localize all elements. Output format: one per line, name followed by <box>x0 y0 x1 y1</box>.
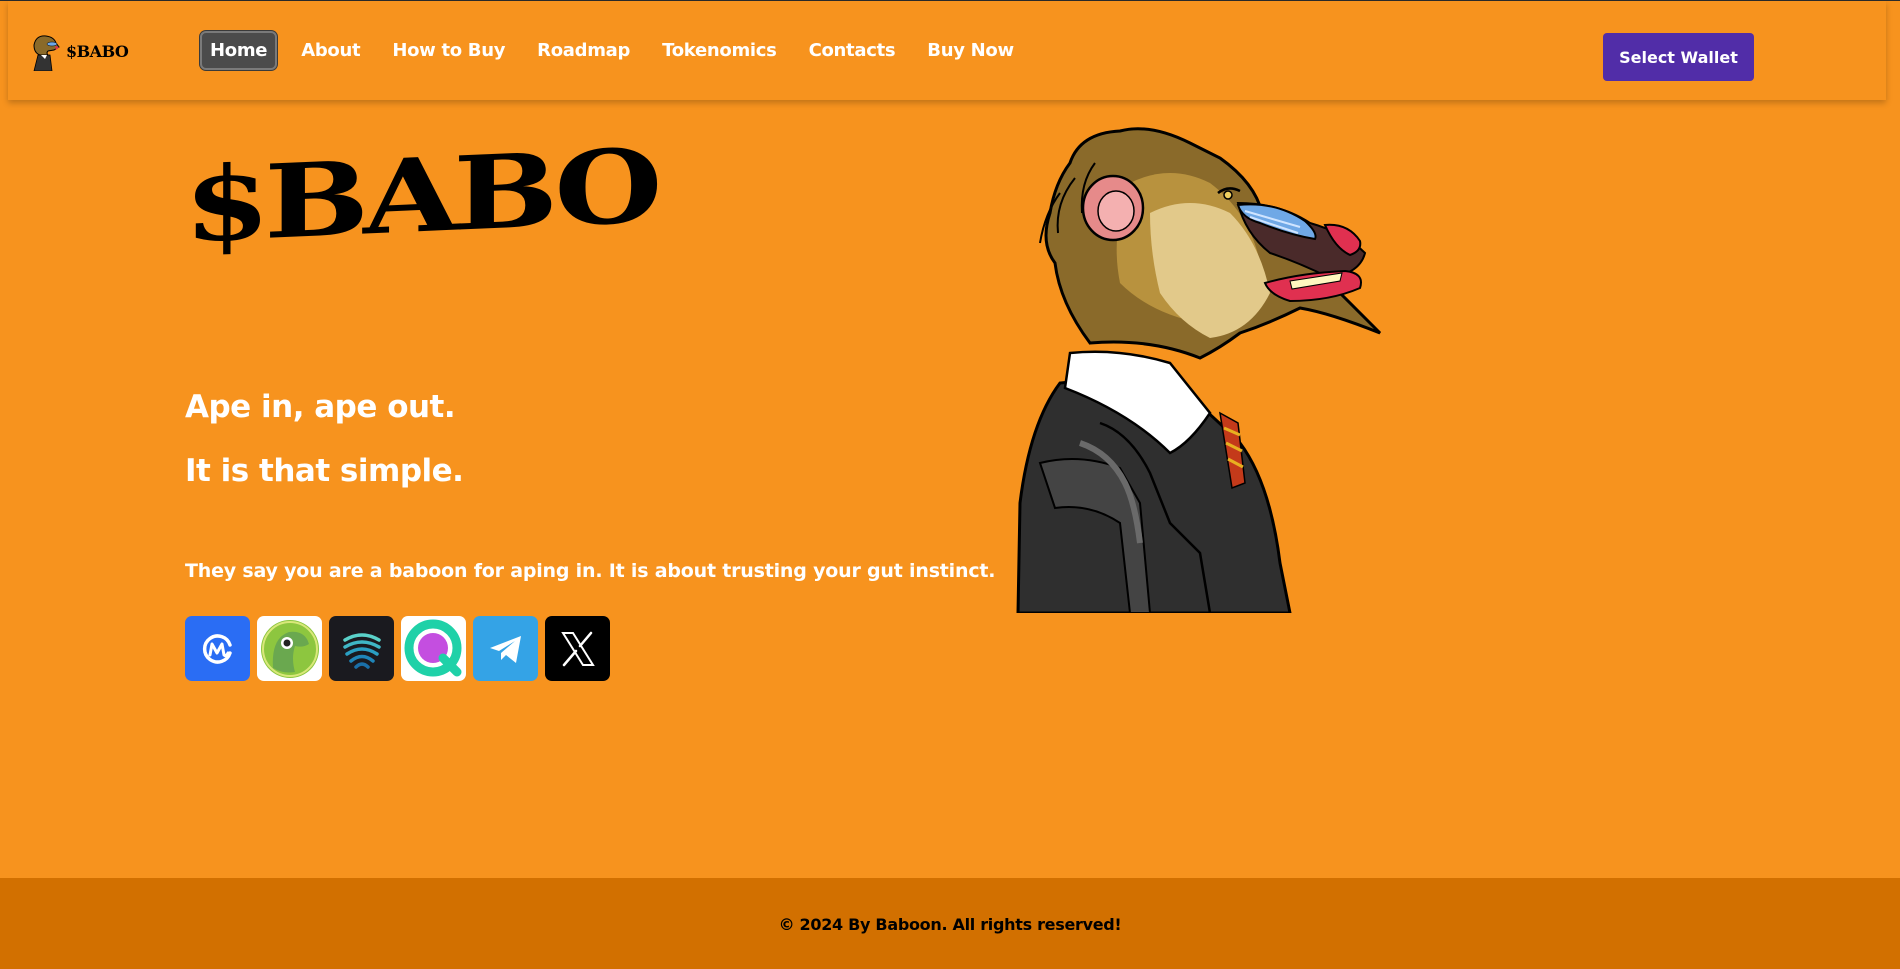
quickswap-icon <box>404 619 461 676</box>
quickswap-link[interactable] <box>401 616 466 681</box>
x-link[interactable] <box>545 616 610 681</box>
x-icon <box>560 631 595 666</box>
footer: © 2024 By Baboon. All rights reserved! <box>0 878 1900 969</box>
telegram-icon <box>489 635 521 663</box>
coingecko-icon <box>260 619 319 678</box>
telegram-link[interactable] <box>473 616 538 681</box>
nav-tokenomics[interactable]: Tokenomics <box>654 32 784 69</box>
nav-contacts[interactable]: Contacts <box>801 32 904 69</box>
nav-about[interactable]: About <box>293 32 368 69</box>
baboon-logo-icon <box>33 35 60 71</box>
social-links <box>185 616 617 681</box>
hero-description: They say you are a baboon for aping in. … <box>185 560 996 582</box>
select-wallet-button[interactable]: Select Wallet <box>1603 33 1754 81</box>
hero-tagline-1: Ape in, ape out. <box>185 389 456 425</box>
baboon-in-suit-illustration <box>1016 127 1382 613</box>
dexscreener-link[interactable] <box>329 616 394 681</box>
nav-menu: Home About How to Buy Roadmap Tokenomics… <box>200 31 1038 70</box>
coinmarketcap-link[interactable] <box>185 616 250 681</box>
nav-roadmap[interactable]: Roadmap <box>529 32 638 69</box>
navbar: $BABO Home About How to Buy Roadmap Toke… <box>8 1 1886 100</box>
coinmarketcap-icon <box>202 633 232 664</box>
hero-tagline-2: It is that simple. <box>185 453 464 489</box>
nav-how-to-buy[interactable]: How to Buy <box>384 32 513 69</box>
nav-buy-now[interactable]: Buy Now <box>919 32 1022 69</box>
brand-name: $BABO <box>66 41 129 61</box>
footer-copyright: © 2024 By Baboon. All rights reserved! <box>778 914 1122 934</box>
nav-home[interactable]: Home <box>200 31 278 70</box>
dexscreener-icon <box>342 632 381 669</box>
brand[interactable]: $BABO <box>28 31 129 71</box>
hero-title: $BABO <box>184 126 657 266</box>
coingecko-link[interactable] <box>257 616 322 681</box>
